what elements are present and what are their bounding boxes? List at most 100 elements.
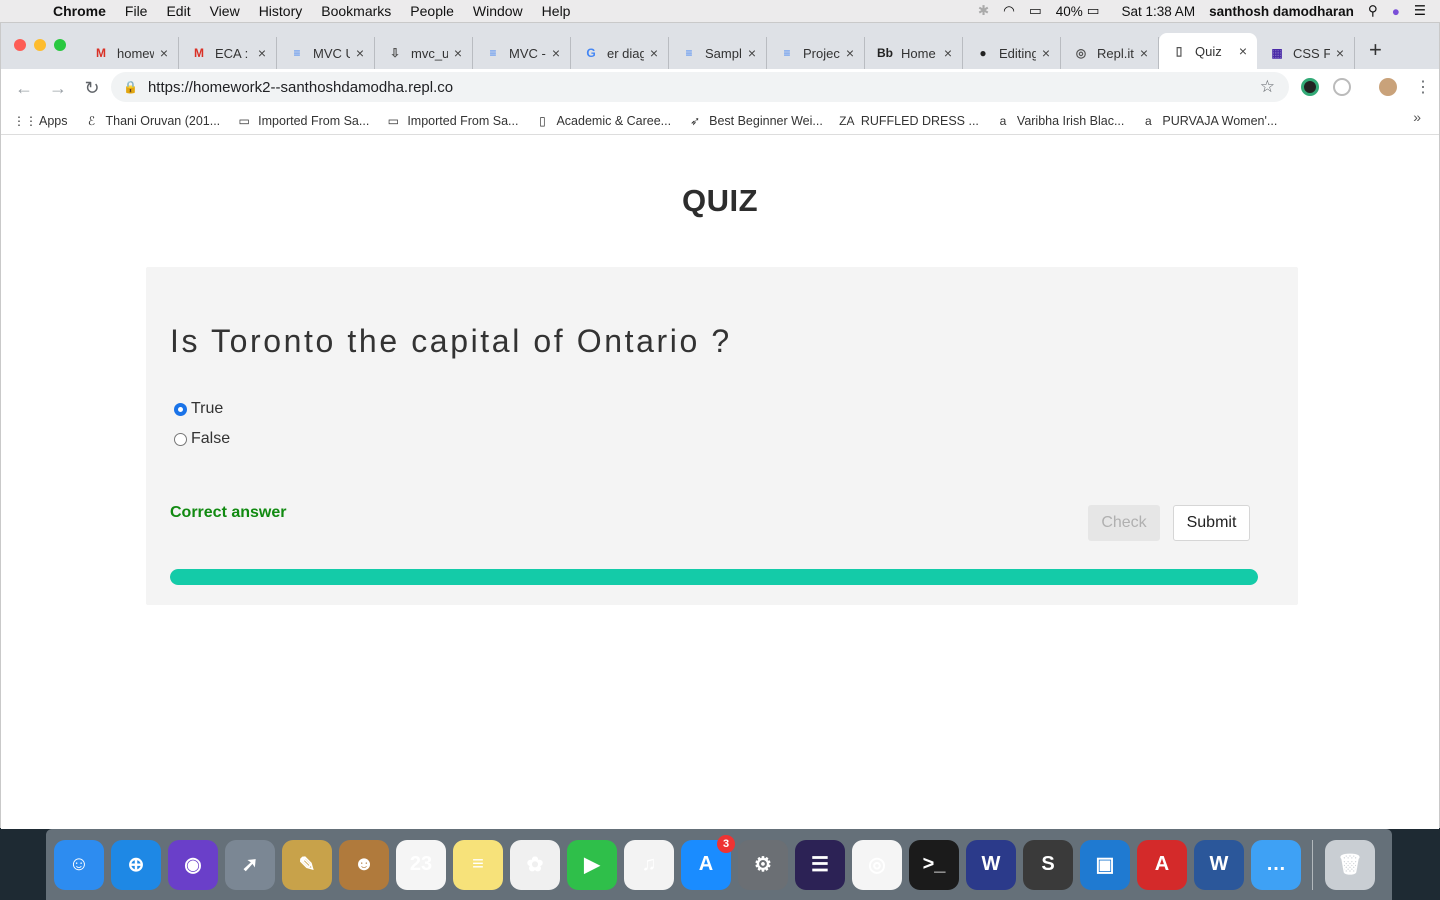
tab-2[interactable]: ≡ MVC U × xyxy=(277,37,375,69)
tab-title[interactable]: er diag xyxy=(607,46,644,61)
menu-edit[interactable]: Edit xyxy=(166,3,190,19)
notification-center-icon[interactable]: ☰ xyxy=(1414,3,1426,19)
tab-title[interactable]: Home xyxy=(901,46,938,61)
tab-title[interactable]: Sampl xyxy=(705,46,742,61)
tab-6[interactable]: ≡ Sampl × xyxy=(669,37,767,69)
siri-icon[interactable]: ◉ xyxy=(168,839,218,890)
chrome-icon[interactable]: ◎ xyxy=(852,839,902,890)
bookmark-label[interactable]: Varibha Irish Blac... xyxy=(1017,114,1124,128)
tab-close-icon[interactable]: × xyxy=(356,45,364,61)
preview-icon[interactable]: ✎ xyxy=(282,839,332,890)
clock[interactable]: Sat 1:38 AM xyxy=(1122,4,1196,19)
tab-close-icon[interactable]: × xyxy=(1140,45,1148,61)
bluetooth-icon[interactable]: ✱ xyxy=(978,3,989,19)
tab-close-icon[interactable]: × xyxy=(258,45,266,61)
user-name[interactable]: santhosh damodharan xyxy=(1209,4,1354,19)
photos-icon[interactable]: ✿ xyxy=(510,839,560,890)
safari-icon[interactable]: ⊕ xyxy=(111,839,161,890)
forward-button[interactable]: → xyxy=(47,78,69,99)
bookmark-8[interactable]: a PURVAJA Women'... xyxy=(1140,114,1277,128)
menu-window[interactable]: Window xyxy=(473,3,523,19)
tab-close-icon[interactable]: × xyxy=(454,45,462,61)
app-store-icon[interactable]: A3 xyxy=(681,834,735,890)
tab-7[interactable]: ≡ Projec × xyxy=(767,37,865,69)
messages-icon[interactable]: … xyxy=(1251,839,1301,890)
profile-avatar[interactable] xyxy=(1379,78,1397,96)
bookmark-0[interactable]: ⋮⋮ Apps xyxy=(13,114,68,128)
bookmark-3[interactable]: ▭ Imported From Sa... xyxy=(385,114,519,128)
sublime-icon[interactable]: S xyxy=(1023,839,1073,890)
tab-title[interactable]: Quiz xyxy=(1195,44,1233,59)
finder-icon[interactable]: ☺ xyxy=(54,839,104,890)
option-true[interactable]: True xyxy=(174,400,223,418)
radio-true[interactable] xyxy=(174,402,187,416)
bookmark-5[interactable]: ➶ Best Beginner Wei... xyxy=(687,114,823,128)
bookmark-label[interactable]: Academic & Caree... xyxy=(556,114,671,128)
tab-title[interactable]: Repl.it xyxy=(1097,46,1134,61)
bookmark-4[interactable]: ▯ Academic & Caree... xyxy=(534,114,671,128)
tab-1[interactable]: M ECA : × xyxy=(179,37,277,69)
tab-0[interactable]: Mhomew × xyxy=(81,37,179,69)
spotlight-icon[interactable]: ⚲ xyxy=(1368,3,1378,19)
radio-false[interactable] xyxy=(174,432,187,446)
address-bar[interactable]: 🔒 https://homework2--santhoshdamodha.rep… xyxy=(111,72,1289,102)
tab-4[interactable]: ≡ MVC - × xyxy=(473,37,571,69)
webstorm-icon[interactable]: W xyxy=(966,839,1016,890)
menu-bookmarks[interactable]: Bookmarks xyxy=(321,3,391,19)
tab-close-icon[interactable]: × xyxy=(1239,43,1247,59)
tab-close-icon[interactable]: × xyxy=(846,45,854,61)
tab-title[interactable]: homew xyxy=(117,46,154,61)
tab-3[interactable]: ⇩ mvc_u × xyxy=(375,37,473,69)
facetime-icon[interactable]: ▶ xyxy=(567,839,617,890)
tab-close-icon[interactable]: × xyxy=(552,45,560,61)
tab-11[interactable]: ▯ Quiz × xyxy=(1159,33,1257,69)
lock-icon[interactable]: 🔒 xyxy=(123,80,138,94)
extension-icon-2[interactable] xyxy=(1333,78,1351,96)
tab-12[interactable]: ▦ CSS F × xyxy=(1257,37,1355,69)
tab-close-icon[interactable]: × xyxy=(944,45,952,61)
option-false[interactable]: False xyxy=(174,430,230,448)
check-button[interactable]: Check xyxy=(1088,505,1160,541)
bookmark-2[interactable]: ▭ Imported From Sa... xyxy=(236,114,369,128)
itunes-icon[interactable]: ♫ xyxy=(624,839,674,890)
bookmark-label[interactable]: RUFFLED DRESS ... xyxy=(861,114,979,128)
tab-title[interactable]: MVC - xyxy=(509,46,546,61)
calendar-icon[interactable]: 23 xyxy=(396,839,446,890)
tab-title[interactable]: mvc_u xyxy=(411,46,448,61)
menu-view[interactable]: View xyxy=(210,3,240,19)
close-window-button[interactable] xyxy=(14,39,26,51)
tab-title[interactable]: CSS F xyxy=(1293,46,1330,61)
tab-5[interactable]: Ger diag × xyxy=(571,37,669,69)
tab-title[interactable]: Projec xyxy=(803,46,840,61)
tab-title[interactable]: Editing xyxy=(999,46,1036,61)
url-text[interactable]: https://homework2--santhoshdamodha.repl.… xyxy=(148,79,453,96)
trash-icon[interactable]: 🗑 xyxy=(1325,839,1375,890)
bookmark-label[interactable]: Imported From Sa... xyxy=(407,114,518,128)
word-icon[interactable]: W xyxy=(1194,839,1244,890)
reload-button[interactable]: ↻ xyxy=(81,78,103,99)
bookmark-label[interactable]: Apps xyxy=(39,114,68,128)
tab-close-icon[interactable]: × xyxy=(748,45,756,61)
bookmark-label[interactable]: Thani Oruvan (201... xyxy=(106,114,221,128)
bookmark-label[interactable]: PURVAJA Women'... xyxy=(1162,114,1277,128)
notes-icon[interactable]: ≡ xyxy=(453,839,503,890)
battery-percent[interactable]: 40% xyxy=(1056,4,1083,19)
tab-close-icon[interactable]: × xyxy=(1042,45,1050,61)
menu-history[interactable]: History xyxy=(259,3,303,19)
acrobat-icon[interactable]: A xyxy=(1137,839,1187,890)
airplay-icon[interactable]: ▭ xyxy=(1029,3,1042,19)
tab-close-icon[interactable]: × xyxy=(650,45,658,61)
siri-menu-icon[interactable]: ● xyxy=(1392,4,1400,19)
bookmarks-overflow-icon[interactable]: » xyxy=(1413,109,1421,125)
tab-10[interactable]: ◎ Repl.it × xyxy=(1061,37,1159,69)
tab-close-icon[interactable]: × xyxy=(1336,45,1344,61)
tab-title[interactable]: MVC U xyxy=(313,46,350,61)
menu-file[interactable]: File xyxy=(125,3,148,19)
back-button[interactable]: ← xyxy=(13,78,35,99)
menu-people[interactable]: People xyxy=(410,3,454,19)
option-true-label[interactable]: True xyxy=(191,400,223,418)
chrome-menu-icon[interactable]: ⋮ xyxy=(1415,77,1431,97)
battery-icon[interactable]: ▭ xyxy=(1087,3,1100,19)
bookmark-6[interactable]: ZA RUFFLED DRESS ... xyxy=(839,114,979,128)
zoom-window-button[interactable] xyxy=(54,39,66,51)
